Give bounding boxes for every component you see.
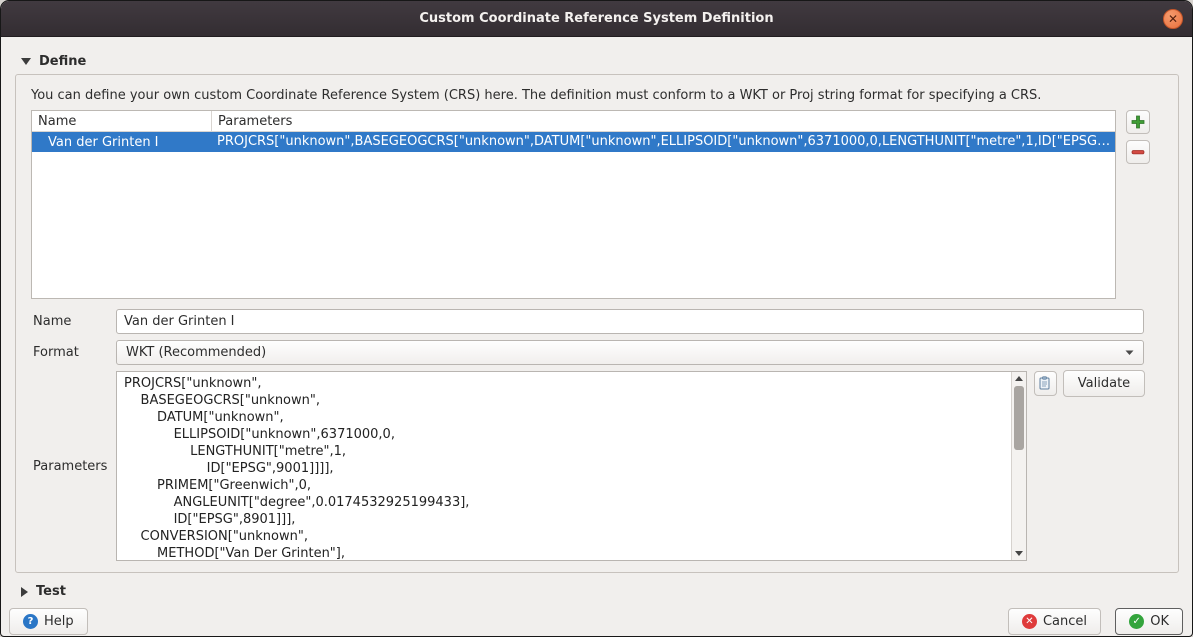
- define-group-title: Define: [39, 54, 86, 69]
- chevron-down-icon: [1125, 350, 1134, 356]
- clipboard-icon: [1039, 376, 1052, 391]
- plus-icon: [1131, 115, 1145, 129]
- ok-label: OK: [1150, 614, 1169, 629]
- close-button[interactable]: ✕: [1163, 9, 1183, 29]
- crs-name-cell: Van der Grinten I: [32, 132, 212, 152]
- cancel-icon: ✕: [1022, 614, 1037, 629]
- validate-label: Validate: [1078, 376, 1130, 391]
- cancel-label: Cancel: [1043, 614, 1087, 629]
- table-header-row: Name Parameters: [32, 111, 1115, 132]
- parameters-scrollbar[interactable]: [1011, 372, 1026, 560]
- parameters-editor[interactable]: PROJCRS["unknown", BASEGEOGCRS["unknown"…: [116, 371, 1027, 561]
- scrollbar-thumb[interactable]: [1014, 386, 1024, 450]
- crs-parameters-cell: PROJCRS["unknown",BASEGEOGCRS["unknown",…: [212, 132, 1115, 152]
- custom-crs-table[interactable]: Name Parameters Van der Grinten I PROJCR…: [31, 110, 1116, 299]
- name-label: Name: [33, 309, 71, 334]
- chevron-down-icon: [21, 58, 31, 65]
- table-row[interactable]: Van der Grinten I PROJCRS["unknown",BASE…: [32, 132, 1115, 152]
- custom-crs-dialog: Custom Coordinate Reference System Defin…: [0, 0, 1193, 637]
- test-group-title: Test: [36, 584, 66, 599]
- titlebar[interactable]: Custom Coordinate Reference System Defin…: [1, 1, 1192, 37]
- parameters-text: PROJCRS["unknown", BASEGEOGCRS["unknown"…: [117, 372, 1026, 561]
- help-button[interactable]: ? Help: [9, 608, 88, 635]
- minus-icon: [1131, 145, 1145, 159]
- help-icon: ?: [23, 614, 38, 629]
- format-selected-value: WKT (Recommended): [126, 345, 1125, 360]
- scroll-up-icon[interactable]: [1012, 372, 1026, 385]
- window-title: Custom Coordinate Reference System Defin…: [419, 11, 773, 26]
- remove-crs-button[interactable]: [1126, 140, 1150, 164]
- format-select[interactable]: WKT (Recommended): [116, 340, 1144, 365]
- parameters-label: Parameters: [33, 454, 107, 479]
- cancel-button[interactable]: ✕ Cancel: [1008, 608, 1101, 635]
- description-text: You can define your own custom Coordinat…: [31, 88, 1166, 103]
- test-group-header[interactable]: Test: [21, 584, 66, 599]
- column-header-name[interactable]: Name: [32, 111, 212, 131]
- ok-icon: ✓: [1129, 614, 1144, 629]
- name-input[interactable]: [116, 309, 1144, 334]
- define-group-header[interactable]: Define: [21, 54, 86, 69]
- column-header-parameters[interactable]: Parameters: [212, 111, 1115, 131]
- chevron-right-icon: [21, 587, 28, 597]
- close-icon: ✕: [1168, 13, 1178, 25]
- help-label: Help: [44, 614, 74, 629]
- ok-button[interactable]: ✓ OK: [1115, 608, 1183, 635]
- scroll-down-icon[interactable]: [1012, 547, 1026, 560]
- validate-button[interactable]: Validate: [1063, 370, 1145, 397]
- format-label: Format: [33, 340, 79, 365]
- copy-wkt-button[interactable]: [1034, 371, 1057, 396]
- add-crs-button[interactable]: [1126, 110, 1150, 134]
